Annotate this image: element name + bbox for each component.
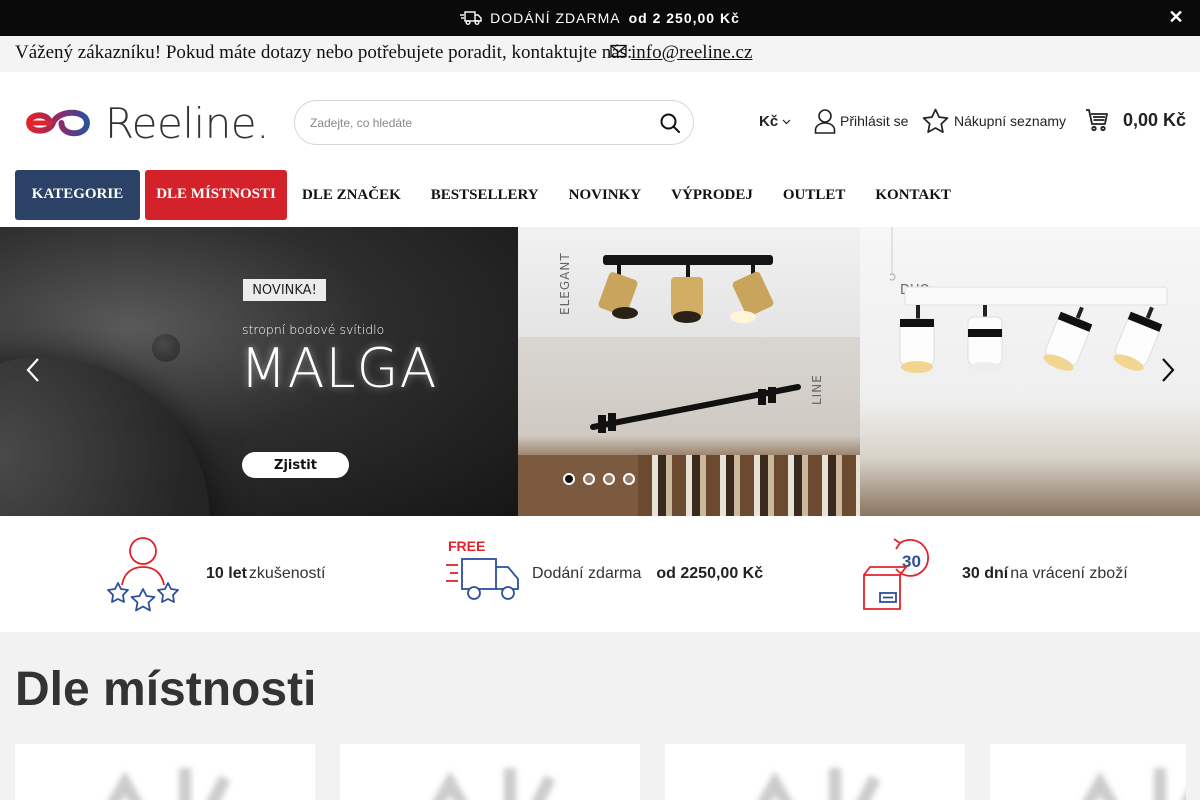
rooms-section-title: Dle místnosti — [15, 663, 317, 716]
decorative-small-sphere — [152, 334, 180, 362]
label-line: LINE — [810, 374, 824, 405]
nav-item-dle-mistnosti[interactable]: DLE MÍSTNOSTI — [145, 170, 287, 220]
nav-item-kategorie[interactable]: KATEGORIE — [15, 170, 140, 220]
slider-next-arrow-icon[interactable] — [1160, 357, 1176, 383]
room-card[interactable] — [665, 744, 965, 800]
room-card-image — [758, 768, 881, 800]
free-delivery-icon-text: FREE — [448, 538, 485, 554]
benefit-free-delivery-text: Dodání zdarma — [532, 565, 642, 582]
nav-item-vyprodej[interactable]: VÝPRODEJ — [656, 170, 768, 220]
benefit-experience-bold: 10 let — [206, 565, 247, 582]
shipping-threshold: od 2 250,00 Kč — [628, 10, 740, 26]
main-navigation: KATEGORIE DLE MÍSTNOSTI DLE ZNAČEK BESTS… — [15, 170, 966, 220]
contact-bar: Vážený zákazníku! Pokud máte dotazy nebo… — [0, 36, 1200, 72]
new-badge: NOVINKA! — [243, 279, 326, 301]
benefit-free-delivery: FREE Dodání zdarma od 2250,00 Kč — [444, 516, 763, 632]
slider-prev-arrow-icon[interactable] — [25, 357, 41, 383]
label-elegant: ELEGANT — [558, 252, 572, 315]
hero-slider: NOVINKA! stropní bodové svítidlo MALGA Z… — [0, 227, 1200, 516]
nav-item-kontakt[interactable]: KONTAKT — [860, 170, 966, 220]
hero-cta-button[interactable]: Zjistit — [242, 452, 349, 478]
benefit-returns: 30 30 dní na vrácení zboží — [860, 516, 1128, 632]
benefit-returns-text: na vrácení zboží — [1010, 565, 1128, 582]
login-label: Přihlásit se — [840, 113, 909, 129]
rooms-section: Dle místnosti — [0, 632, 1200, 800]
envelope-icon — [610, 44, 627, 58]
benefits-strip: 10 let zkušeností FREE Dodání zdarma od … — [0, 516, 1200, 632]
hero-subtitle: stropní bodové svítidlo — [242, 322, 385, 337]
delivery-truck-icon — [460, 11, 482, 25]
room-card-image — [108, 768, 231, 800]
hero-product-panel-duo: DUO — [860, 227, 1200, 516]
nav-item-dle-znacek[interactable]: DLE ZNAČEK — [287, 170, 416, 220]
room-card[interactable] — [990, 744, 1186, 800]
close-icon[interactable]: ✕ — [1166, 7, 1186, 27]
slider-dot-1[interactable] — [563, 473, 575, 485]
return-box-icon: 30 — [863, 538, 930, 610]
chevron-down-icon — [782, 119, 791, 124]
cart-icon — [1086, 109, 1108, 132]
logo-text: Reeline. — [104, 98, 270, 148]
shopping-lists-label: Nákupní seznamy — [954, 113, 1067, 129]
nav-item-bestsellery[interactable]: BESTSELLERY — [416, 170, 554, 220]
slider-dot-4[interactable] — [623, 473, 635, 485]
cart-link[interactable]: 0,00 Kč — [1085, 108, 1186, 132]
nav-item-novinky[interactable]: NOVINKY — [554, 170, 657, 220]
user-icon — [814, 109, 836, 134]
login-link[interactable]: Přihlásit se — [814, 108, 908, 134]
slider-dot-2[interactable] — [583, 473, 595, 485]
site-logo[interactable]: Reeline. — [24, 98, 270, 148]
nav-item-outlet[interactable]: OUTLET — [768, 170, 861, 220]
contact-email-link[interactable]: info@reeline.cz — [631, 42, 752, 64]
room-card[interactable] — [15, 744, 315, 800]
star-icon — [922, 108, 949, 133]
benefit-experience-text: zkušeností — [248, 565, 326, 582]
shipping-label: DODÁNÍ ZDARMA — [490, 10, 621, 26]
people-stars-icon — [107, 537, 179, 612]
currency-value: Kč — [759, 113, 779, 130]
search-input[interactable] — [310, 113, 640, 133]
hero-slide-text-panel: NOVINKA! stropní bodové svítidlo MALGA Z… — [0, 227, 518, 516]
currency-selector[interactable]: Kč — [759, 113, 791, 130]
room-card-image — [1083, 768, 1186, 800]
elegant-spotlight-fixture — [598, 255, 774, 323]
search-icon[interactable] — [659, 112, 681, 134]
cart-total: 0,00 Kč — [1123, 109, 1187, 130]
room-card-image — [433, 768, 556, 800]
benefit-free-delivery-bold: od 2250,00 Kč — [656, 565, 764, 582]
duo-spotlight-fixture — [890, 227, 1168, 373]
wooden-wall — [518, 455, 638, 516]
line-track-fixture — [590, 384, 801, 433]
search-box — [294, 100, 694, 145]
bookshelf — [638, 455, 860, 516]
hero-title: MALGA — [240, 337, 438, 400]
free-shipping-bar: DODÁNÍ ZDARMA od 2 250,00 Kč ✕ — [0, 0, 1200, 36]
slider-pagination — [563, 473, 635, 485]
slider-dot-3[interactable] — [603, 473, 615, 485]
room-card[interactable] — [340, 744, 640, 800]
benefit-returns-bold: 30 dní — [962, 565, 1009, 582]
free-delivery-truck-icon: FREE — [446, 538, 519, 600]
contact-message: Vážený zákazníku! Pokud máte dotazy nebo… — [15, 42, 633, 63]
shopping-lists-link[interactable]: Nákupní seznamy — [922, 108, 1066, 134]
benefit-experience: 10 let zkušeností — [104, 516, 325, 632]
reeline-logo-mark — [26, 109, 90, 137]
